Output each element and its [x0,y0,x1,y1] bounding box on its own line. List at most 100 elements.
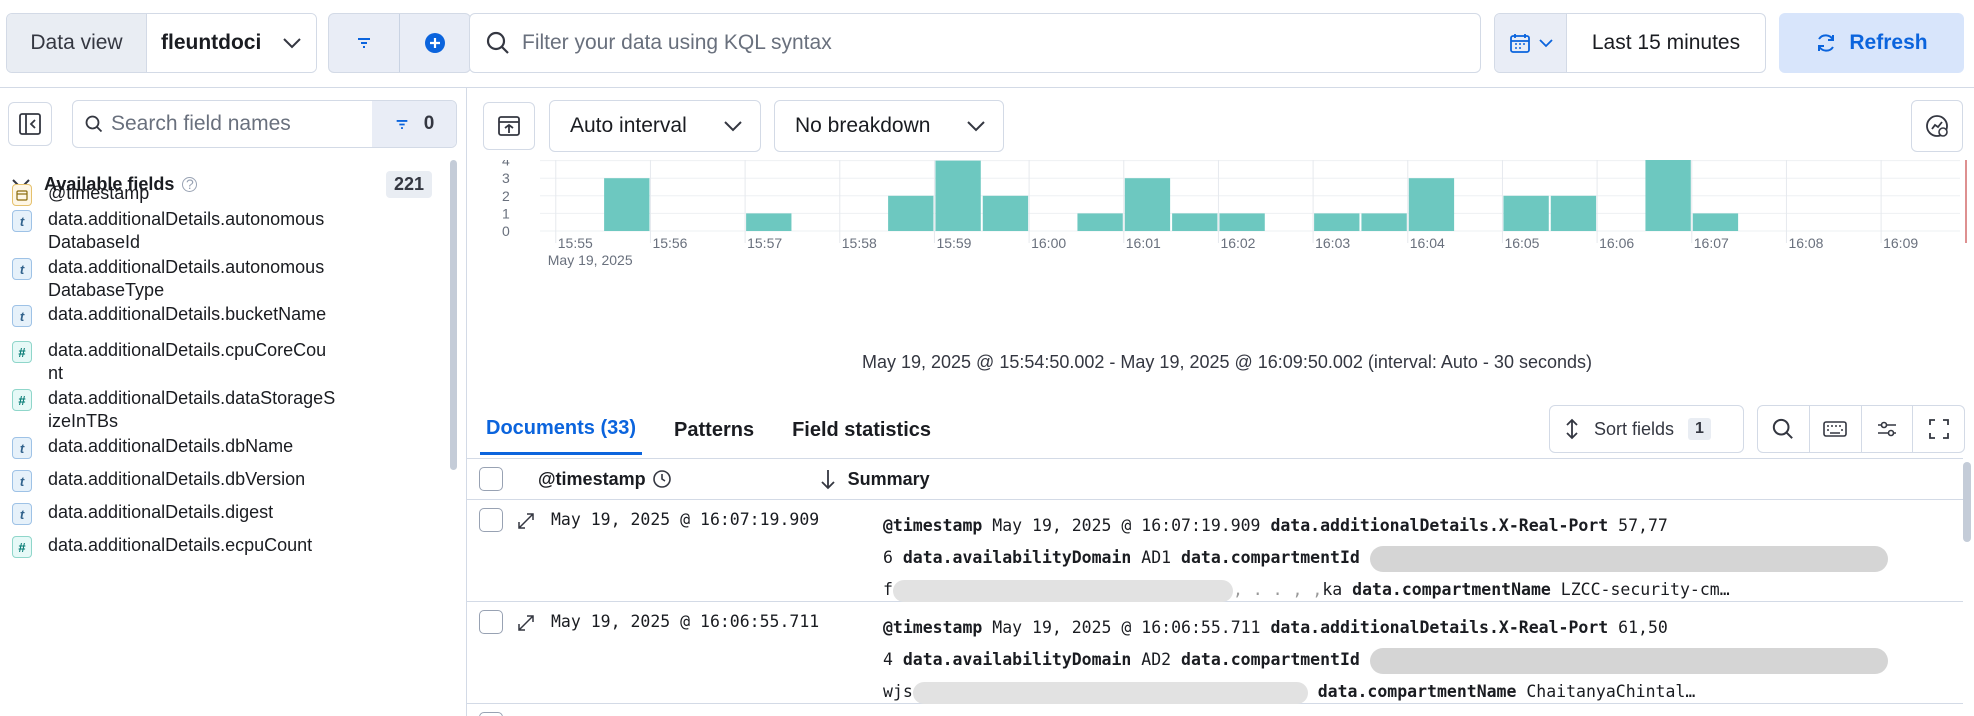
calendar-field-icon [12,184,32,206]
histogram-bar [1219,213,1265,231]
sort-fields-label: Sort fields [1594,418,1675,439]
sidebar-field-item[interactable]: t data.additionalDetails.autonomous Datab… [12,256,442,302]
row-checkbox[interactable] [479,508,503,532]
sidebar-field-item[interactable]: # data.additionalDetails.ecpuCount [12,534,442,558]
kql-placeholder: Filter your data using KQL syntax [522,31,832,54]
sort-fields-button[interactable]: Sort fields 1 [1549,405,1744,453]
text-field-icon: t [12,437,32,459]
histogram-chart: 15:55 15:56 15:57 15:58 15:59 16:00 16:01 16:02… [502,160,1967,268]
histogram-bar [1692,213,1739,231]
data-view-selector[interactable]: fleuntdoci [147,14,316,72]
display-settings-button[interactable] [1862,406,1914,452]
sidebar-field-item[interactable]: # data.additionalDetails.cpuCoreCou nt [12,339,442,385]
sidebar-scrollbar[interactable] [450,160,457,470]
field-search-input[interactable]: Search field names 0 [72,100,457,148]
row-checkbox[interactable] [479,610,503,634]
sidebar-field-name: data.additionalDetails.dataStorageS izeI… [48,388,336,431]
redacted-value [1369,647,1888,674]
add-filter-button[interactable] [400,14,470,72]
sidebar-field-item[interactable]: # data.additionalDetails.dataStorageS ize… [12,387,442,433]
time-picker: Last 15 minutes [1494,13,1766,73]
refresh-icon [1818,34,1835,52]
table-scrollbar[interactable] [1963,462,1971,542]
chevron-down-icon [724,120,742,131]
table-row[interactable] [467,704,1963,716]
keyboard-icon [1823,421,1847,437]
sort-descending-icon[interactable] [820,468,836,490]
x-tick-label: 16:09 [1883,235,1918,251]
refresh-label: Refresh [1849,31,1928,54]
number-field-icon: # [12,341,32,363]
expand-row-icon[interactable] [517,614,535,632]
summary-value: May 19, 2025 @ 16:07:19.909 [992,516,1261,535]
summary-value: 6 [883,548,893,567]
x-tick-label: 15:58 [842,235,877,251]
x-tick-label: 15:59 [936,235,971,251]
data-view-picker[interactable]: Data view fleuntdoci [6,13,317,73]
histogram-bar [746,213,792,231]
select-all-checkbox[interactable] [479,467,503,491]
sidebar-field-name: @timestamp [48,183,150,203]
text-field-icon: t [12,210,32,232]
interval-dropdown[interactable]: Auto interval [549,100,761,152]
sidebar-field-item[interactable]: t data.additionalDetails.dbName [12,435,442,459]
kql-search-input[interactable]: Filter your data using KQL syntax [469,13,1481,73]
x-tick-label: 16:07 [1694,235,1729,251]
table-row[interactable]: May 19, 2025 @ 16:07:19.909 @timestamp M… [467,500,1963,602]
x-tick-label: 16:05 [1504,235,1539,251]
row-checkbox[interactable] [479,712,503,716]
time-range-caption: May 19, 2025 @ 15:54:50.002 - May 19, 20… [861,352,1592,372]
column-header-summary[interactable]: Summary [848,469,930,490]
search-icon [486,31,509,54]
fullscreen-button[interactable] [1913,406,1964,452]
toggle-histogram-button[interactable] [483,102,535,150]
quick-menu-button[interactable] [1495,14,1567,72]
filter-menu-button[interactable] [329,14,400,72]
text-field-icon: t [12,305,32,327]
x-tick-label: 16:04 [1410,235,1445,251]
x-tick-label: 15:55 [558,235,593,251]
expand-row-icon[interactable] [517,512,535,530]
y-tick-label: 2 [502,188,510,204]
grid-search-button[interactable] [1758,406,1810,452]
sidebar-field-item[interactable]: t data.additionalDetails.autonomous Datab… [12,208,442,254]
x-tick-label: 16:03 [1315,235,1350,251]
histogram-bar [1077,213,1123,231]
field-filter-button[interactable]: 0 [372,101,456,147]
chevron-down-icon [282,37,302,49]
summary-key: data.availabilityDomain [902,650,1132,669]
histogram-bar [1361,213,1407,231]
chart-options-button[interactable] [1911,100,1963,152]
collapse-sidebar-button[interactable] [8,102,52,146]
field-list-sidebar: Search field names 0 Available fields ? … [0,88,467,716]
filter-icon [396,119,408,129]
keyboard-shortcuts-button[interactable] [1810,406,1862,452]
x-tick-label: 16:08 [1788,235,1823,251]
redacted-value [912,681,1308,704]
summary-value: May 19, 2025 @ 16:06:55.711 [992,618,1261,637]
grid-toolbar [1757,405,1965,453]
tab-field-statistics[interactable]: Field statistics [786,407,937,454]
text-field-icon: t [12,503,32,525]
chart-toggle-icon [498,116,520,136]
sidebar-field-item[interactable]: t data.additionalDetails.bucketName [12,303,442,327]
tab-patterns[interactable]: Patterns [668,407,760,454]
data-view-value: fleuntdoci [161,31,262,54]
sidebar-field-item[interactable]: t data.additionalDetails.digest [12,501,442,525]
table-row[interactable]: May 19, 2025 @ 16:06:55.711 @timestamp M… [467,602,1963,704]
refresh-button[interactable]: Refresh [1779,13,1964,73]
view-tabs: Documents (33) Patterns Field statistics [480,404,963,456]
sidebar-field-item[interactable]: @timestamp [12,182,442,206]
column-header-timestamp[interactable]: @timestamp [538,469,646,490]
summary-value: 4 [883,650,893,669]
summary-value: AD1 [1141,548,1172,567]
breakdown-dropdown[interactable]: No breakdown [774,100,1004,152]
clock-icon [652,470,671,488]
summary-key: data.compartmentName [1317,682,1517,701]
time-range-display[interactable]: Last 15 minutes [1567,14,1765,72]
histogram-bar [1124,178,1171,231]
sidebar-field-item[interactable]: t data.additionalDetails.dbVersion [12,468,442,492]
tab-documents[interactable]: Documents (33) [480,405,643,455]
summary-value: 61,50 [1618,618,1668,637]
x-tick-label: 16:06 [1599,235,1634,251]
